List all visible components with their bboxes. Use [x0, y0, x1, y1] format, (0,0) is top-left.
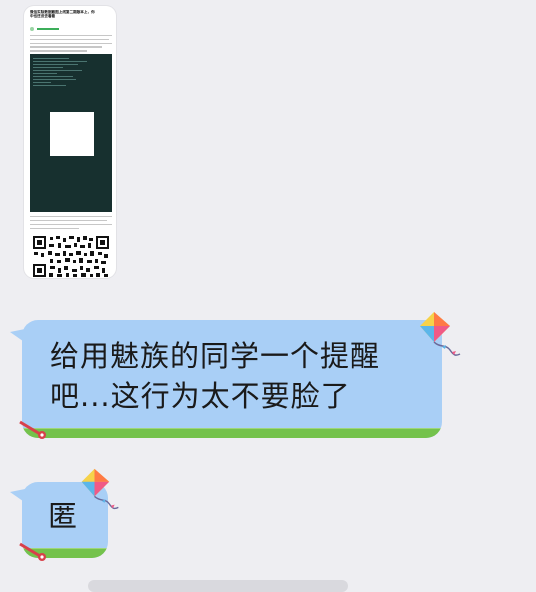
- article-dark-screenshot: [30, 54, 112, 212]
- article-footer-text: [30, 216, 112, 232]
- kite-icon: [420, 312, 461, 356]
- message-text-1: 给用魅族的同学一个提醒吧...这行为太不要脸了: [50, 339, 381, 413]
- bubble-grass-decoration: [22, 429, 442, 438]
- kite-icon: [81, 468, 119, 510]
- qr-placeholder-box: [50, 112, 94, 156]
- article-account: [30, 27, 90, 31]
- article-title: 微信实际数据截图上线第二期版本上，你 中也还没去看看: [30, 10, 95, 19]
- account-name-line: [37, 28, 59, 30]
- qr-code-icon: [32, 235, 110, 278]
- pin-icon: [19, 420, 46, 439]
- next-message-edge: [88, 580, 348, 592]
- shared-image-message[interactable]: 微信实际数据截图上线第二期版本上，你 中也还没去看看: [24, 6, 116, 278]
- article-body-text: [30, 35, 112, 54]
- terminal-text: [33, 58, 93, 88]
- message-text-2: 匿: [48, 499, 78, 533]
- account-avatar: [30, 27, 34, 31]
- chat-bubble-1[interactable]: 给用魅族的同学一个提醒吧...这行为太不要脸了: [22, 320, 442, 438]
- pin-icon: [19, 542, 46, 561]
